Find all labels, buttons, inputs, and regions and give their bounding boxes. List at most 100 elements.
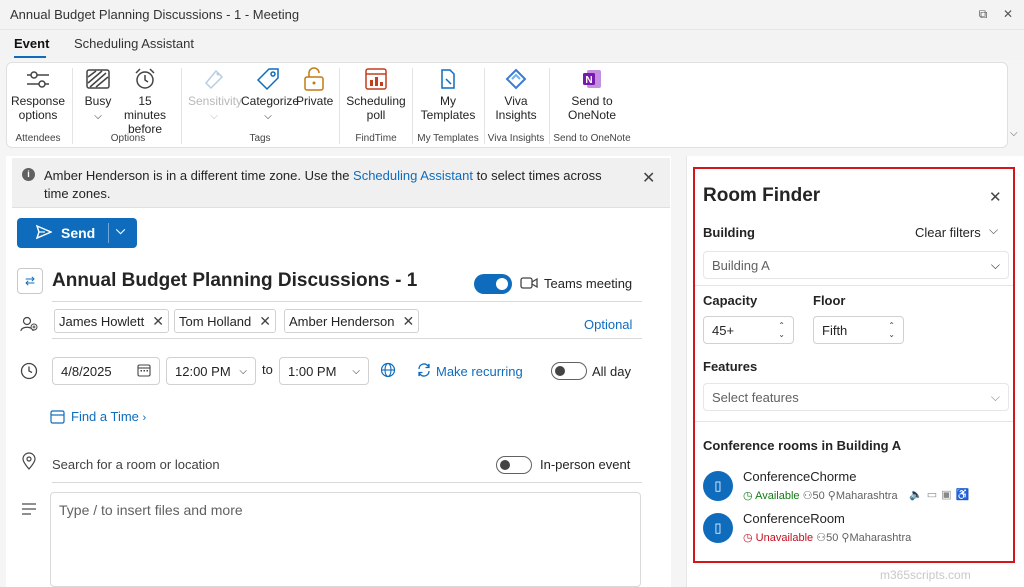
subject-field[interactable]: Annual Budget Planning Discussions - 1 [52,270,417,292]
location-input[interactable]: Search for a room or location [52,457,220,472]
ribbon-separator [412,68,413,144]
viva-insights-icon [488,66,544,92]
watermark: m365scripts.com [880,568,971,582]
info-bar: i Amber Henderson is in a different time… [12,158,670,208]
attendee-chip[interactable]: Tom Holland ✕ [174,309,276,333]
group-label-findtime: FindTime [355,133,397,144]
group-label-tags: Tags [249,133,271,144]
send-options-chevron-icon[interactable]: ⌵ [116,223,125,238]
body-editor[interactable]: Type / to insert files and more [50,492,641,587]
body-lines-icon [22,503,36,518]
attendee-chip[interactable]: James Howlett ✕ [54,309,169,333]
attendee-chip[interactable]: Amber Henderson ✕ [284,309,420,333]
available-clock-icon: ◷ [743,490,753,502]
start-time-select[interactable]: 12:00 PM ⌵ [166,357,256,385]
send-label: Send [61,225,96,241]
my-templates-button[interactable]: My Templates [418,66,478,122]
room-status: Available [755,490,800,502]
rooms-heading: Conference rooms in Building A [703,438,902,453]
building-value: Building A [712,257,770,273]
clear-filters-button[interactable]: Clear filters [915,225,981,240]
start-time-value: 12:00 PM [175,363,231,379]
expand-ribbon-icon[interactable]: ⌵ [1010,128,1018,139]
remove-attendee-icon[interactable]: ✕ [152,313,164,330]
tab-scheduling-assistant[interactable]: Scheduling Assistant [74,36,194,51]
remove-attendee-icon[interactable]: ✕ [403,313,415,330]
reminder-label: 15 minutes before [123,94,167,136]
room-list-item[interactable]: ▯ ConferenceRoom ◷ Unavailable ⚇50 ⚲Maha… [703,511,1009,549]
viva-insights-label: Viva Insights [495,94,537,122]
features-placeholder: Select features [712,389,799,405]
info-text: Amber Henderson is in a different time z… [44,168,354,183]
send-split-divider [108,223,109,243]
room-status: Unavailable [755,532,814,544]
busy-button[interactable]: Busy ⌵ [82,66,114,124]
private-button[interactable]: Private [296,66,334,108]
find-a-time-label: Find a Time [71,409,139,424]
room-door-icon: ▯ [703,513,733,543]
section-divider [695,421,1013,422]
attendee-name: Tom Holland [179,313,252,329]
field-divider [52,482,642,483]
viva-insights-button[interactable]: Viva Insights [488,66,544,122]
in-person-toggle[interactable] [496,456,532,474]
capacity-spinner[interactable]: 45+ ⌃ ⌄ [703,316,794,344]
room-capacity: 50 [812,490,825,502]
close-room-finder-icon[interactable]: ✕ [989,188,1002,206]
teams-meeting-toggle[interactable] [474,274,512,294]
stepper-arrows-icon[interactable]: ⌃ ⌄ [778,321,785,339]
body-placeholder: Type / to insert files and more [59,502,243,518]
chevron-down-icon: ⌵ [239,365,247,377]
collapse-chevron-icon[interactable]: ⌵ [989,223,998,238]
remove-attendee-icon[interactable]: ✕ [259,313,271,330]
room-list-item[interactable]: ▯ ConferenceChorme ◷ Available ⚇50 ⚲Maha… [703,469,1009,507]
floor-label: Floor [813,293,846,308]
field-divider [52,338,642,339]
my-templates-label: My Templates [420,94,476,122]
section-divider [695,285,1013,286]
globe-icon[interactable] [380,362,396,381]
tag-icon [241,66,295,92]
alarm-clock-icon [116,66,174,92]
dismiss-info-icon[interactable]: ✕ [642,168,655,188]
private-label: Private [296,94,334,108]
ribbon-separator [72,68,73,144]
onenote-icon: N [556,66,628,92]
floor-value: Fifth [822,322,848,338]
room-feature-icons: 🔈▭▣♿ [909,488,973,501]
response-options-button[interactable]: Response options [10,66,66,122]
send-to-onenote-button[interactable]: N Send to OneNote [556,66,628,122]
features-label: Features [703,359,758,374]
active-tab-indicator [14,56,46,58]
tab-event[interactable]: Event [14,36,49,51]
popout-icon[interactable]: ⧉ [975,6,991,22]
capacity-value: 45+ [712,322,735,338]
event-type-icon[interactable]: ⇄ [17,268,43,294]
people-add-icon [20,316,38,335]
make-recurring-button[interactable]: Make recurring [436,364,523,379]
end-time-select[interactable]: 1:00 PM ⌵ [279,357,369,385]
reminder-button[interactable]: 15 minutes before [116,66,174,136]
room-capacity: 50 [826,532,839,544]
sensitivity-button[interactable]: Sensitivity ⌵ [188,66,242,124]
group-label-viva: Viva Insights [487,133,545,144]
stepper-arrows-icon[interactable]: ⌃ ⌄ [888,321,895,339]
location-pin-icon [22,452,36,473]
capacity-label: Capacity [703,293,758,308]
categorize-button[interactable]: Categorize ⌵ [241,66,299,124]
close-window-icon[interactable]: ✕ [1000,6,1016,22]
chevron-right-icon: › [142,412,147,424]
scheduling-assistant-link[interactable]: Scheduling Assistant [353,168,473,183]
features-select[interactable]: Select features ⌵ [703,383,1009,411]
info-message: Amber Henderson is in a different time z… [44,167,629,203]
building-select[interactable]: Building A ⌵ [703,251,1009,279]
find-a-time-link[interactable]: Find a Time › [71,409,146,424]
floor-spinner[interactable]: Fifth ⌃ ⌄ [813,316,904,344]
scheduling-poll-button[interactable]: Scheduling poll [346,66,406,122]
find-time-icon [50,409,66,428]
all-day-toggle[interactable] [551,362,587,380]
people-icon: ⚇ [816,532,827,544]
start-date-picker[interactable]: 4/8/2025 [52,357,160,385]
send-button[interactable]: Send ⌵ [17,218,137,248]
optional-attendees-link[interactable]: Optional [584,317,632,332]
